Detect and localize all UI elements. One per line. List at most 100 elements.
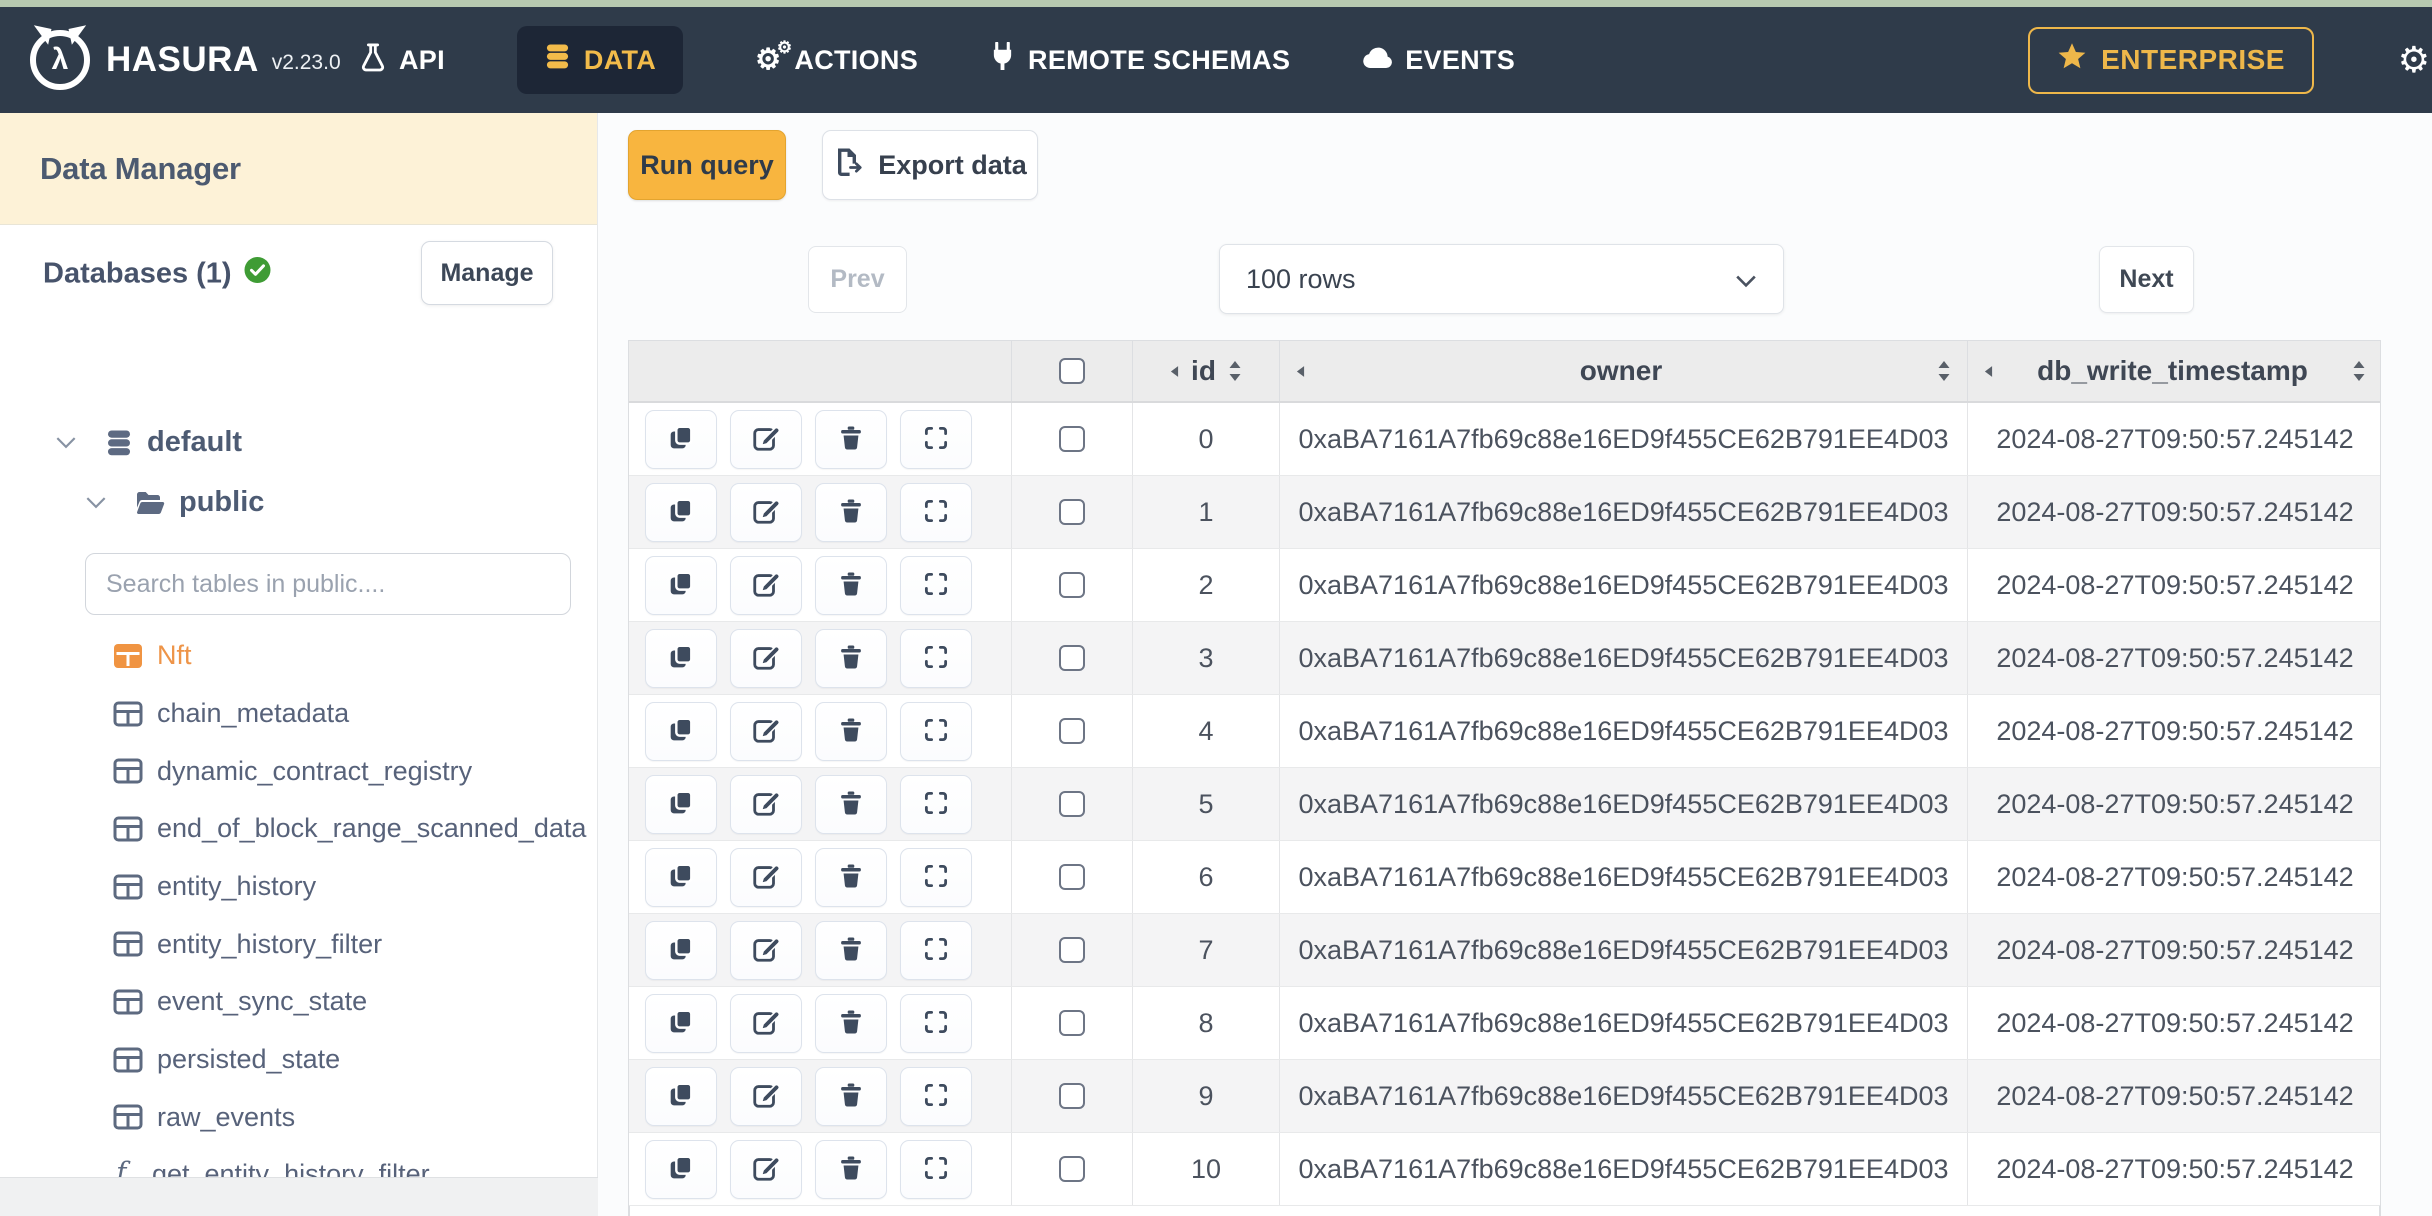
expand-row-button[interactable]	[900, 701, 972, 761]
sidebar-table-item[interactable]: persisted_state	[0, 1031, 597, 1089]
delete-row-button[interactable]	[815, 555, 887, 615]
edit-row-button[interactable]	[730, 1139, 802, 1199]
copy-row-button[interactable]	[645, 920, 717, 980]
copy-row-button[interactable]	[645, 628, 717, 688]
manage-button[interactable]: Manage	[421, 241, 553, 305]
header-col-db-write-timestamp[interactable]: db_write_timestamp	[1968, 341, 2382, 401]
sidebar-table-item[interactable]: event_sync_state	[0, 973, 597, 1031]
edit-row-button[interactable]	[730, 482, 802, 542]
copy-row-button[interactable]	[645, 409, 717, 469]
row-checkbox[interactable]	[1059, 645, 1085, 671]
nav-item-remote-schemas[interactable]: REMOTE SCHEMAS	[990, 41, 1290, 78]
caret-left-icon[interactable]	[1296, 365, 1305, 378]
edit-row-button[interactable]	[730, 774, 802, 834]
sidebar-table-item[interactable]: Nft	[0, 627, 597, 685]
expand-row-button[interactable]	[900, 555, 972, 615]
edit-row-button[interactable]	[730, 701, 802, 761]
delete-row-button[interactable]	[815, 482, 887, 542]
run-query-button[interactable]: Run query	[628, 130, 786, 200]
delete-row-button[interactable]	[815, 847, 887, 907]
export-data-button[interactable]: Export data	[822, 130, 1038, 200]
row-checkbox[interactable]	[1059, 864, 1085, 890]
rows-per-page-select[interactable]: 100 rows	[1219, 244, 1784, 314]
sidebar-table-item[interactable]: entity_history	[0, 858, 597, 916]
chevron-down-icon[interactable]	[85, 496, 107, 509]
copy-row-button[interactable]	[645, 1139, 717, 1199]
row-checkbox[interactable]	[1059, 791, 1085, 817]
expand-row-button[interactable]	[900, 993, 972, 1053]
cloud-icon	[1362, 45, 1393, 76]
nav-item-actions[interactable]: ⚙ ⚙ ACTIONS	[755, 39, 918, 76]
caret-left-icon[interactable]	[1984, 365, 1993, 378]
row-checkbox[interactable]	[1059, 1156, 1085, 1182]
row-checkbox[interactable]	[1059, 718, 1085, 744]
edit-icon	[751, 788, 781, 821]
edit-row-button[interactable]	[730, 1066, 802, 1126]
brand[interactable]: λ HASURA v2.23.0	[0, 30, 352, 90]
edit-row-button[interactable]	[730, 628, 802, 688]
header-col-id[interactable]: id	[1133, 341, 1280, 401]
expand-icon	[922, 1154, 950, 1185]
next-page-button[interactable]: Next	[2099, 246, 2194, 313]
nav-item-events[interactable]: EVENTS	[1362, 45, 1515, 76]
sort-arrows-icon[interactable]	[2352, 360, 2366, 382]
copy-row-button[interactable]	[645, 1066, 717, 1126]
edit-row-button[interactable]	[730, 920, 802, 980]
copy-row-button[interactable]	[645, 701, 717, 761]
gear-icon[interactable]: ⚙	[2398, 42, 2430, 78]
search-tables-input[interactable]	[85, 553, 571, 615]
copy-row-button[interactable]	[645, 482, 717, 542]
tree-node-schema[interactable]: public	[85, 486, 264, 519]
copy-row-button[interactable]	[645, 555, 717, 615]
expand-row-button[interactable]	[900, 628, 972, 688]
delete-row-button[interactable]	[815, 628, 887, 688]
expand-row-button[interactable]	[900, 409, 972, 469]
delete-row-button[interactable]	[815, 1066, 887, 1126]
nav-item-data[interactable]: DATA	[516, 26, 684, 94]
expand-row-button[interactable]	[900, 1066, 972, 1126]
edit-row-button[interactable]	[730, 555, 802, 615]
expand-row-button[interactable]	[900, 774, 972, 834]
row-checkbox[interactable]	[1059, 1083, 1085, 1109]
sort-arrows-icon[interactable]	[1228, 360, 1242, 382]
sidebar-table-item[interactable]: raw_events	[0, 1089, 597, 1147]
copy-icon	[666, 934, 696, 967]
row-checkbox[interactable]	[1059, 572, 1085, 598]
sidebar-table-item[interactable]: end_of_block_range_scanned_data	[0, 800, 597, 858]
select-all-checkbox[interactable]	[1059, 358, 1085, 384]
chevron-down-icon[interactable]	[55, 436, 77, 449]
tree-node-database[interactable]: default	[55, 426, 242, 459]
delete-row-button[interactable]	[815, 1139, 887, 1199]
delete-row-button[interactable]	[815, 409, 887, 469]
row-checkbox[interactable]	[1059, 1010, 1085, 1036]
copy-row-button[interactable]	[645, 774, 717, 834]
delete-row-button[interactable]	[815, 993, 887, 1053]
expand-row-button[interactable]	[900, 1139, 972, 1199]
sidebar-table-item[interactable]: chain_metadata	[0, 685, 597, 743]
expand-icon	[922, 862, 950, 893]
row-checkbox[interactable]	[1059, 499, 1085, 525]
edit-row-button[interactable]	[730, 847, 802, 907]
delete-row-button[interactable]	[815, 920, 887, 980]
nav-item-api[interactable]: API	[360, 42, 445, 79]
expand-row-button[interactable]	[900, 482, 972, 542]
prev-page-button[interactable]: Prev	[808, 246, 907, 313]
copy-row-button[interactable]	[645, 993, 717, 1053]
caret-left-icon[interactable]	[1170, 365, 1179, 378]
delete-row-button[interactable]	[815, 774, 887, 834]
row-checkbox[interactable]	[1059, 937, 1085, 963]
row-checkbox[interactable]	[1059, 426, 1085, 452]
enterprise-button[interactable]: ENTERPRISE	[2028, 26, 2314, 94]
delete-row-button[interactable]	[815, 701, 887, 761]
header-col-owner[interactable]: owner	[1280, 341, 1968, 401]
copy-row-button[interactable]	[645, 847, 717, 907]
edit-row-button[interactable]	[730, 993, 802, 1053]
sort-arrows-icon[interactable]	[1937, 360, 1951, 382]
expand-row-button[interactable]	[900, 847, 972, 907]
plug-icon	[990, 41, 1015, 78]
expand-row-button[interactable]	[900, 920, 972, 980]
sidebar-table-item[interactable]: entity_history_filter	[0, 915, 597, 973]
sidebar-table-item[interactable]: dynamic_contract_registry	[0, 742, 597, 800]
edit-row-button[interactable]	[730, 409, 802, 469]
cell-owner: 0xaBA7161A7fb69c88e16ED9f455CE62B791EE4D…	[1280, 1060, 1968, 1132]
